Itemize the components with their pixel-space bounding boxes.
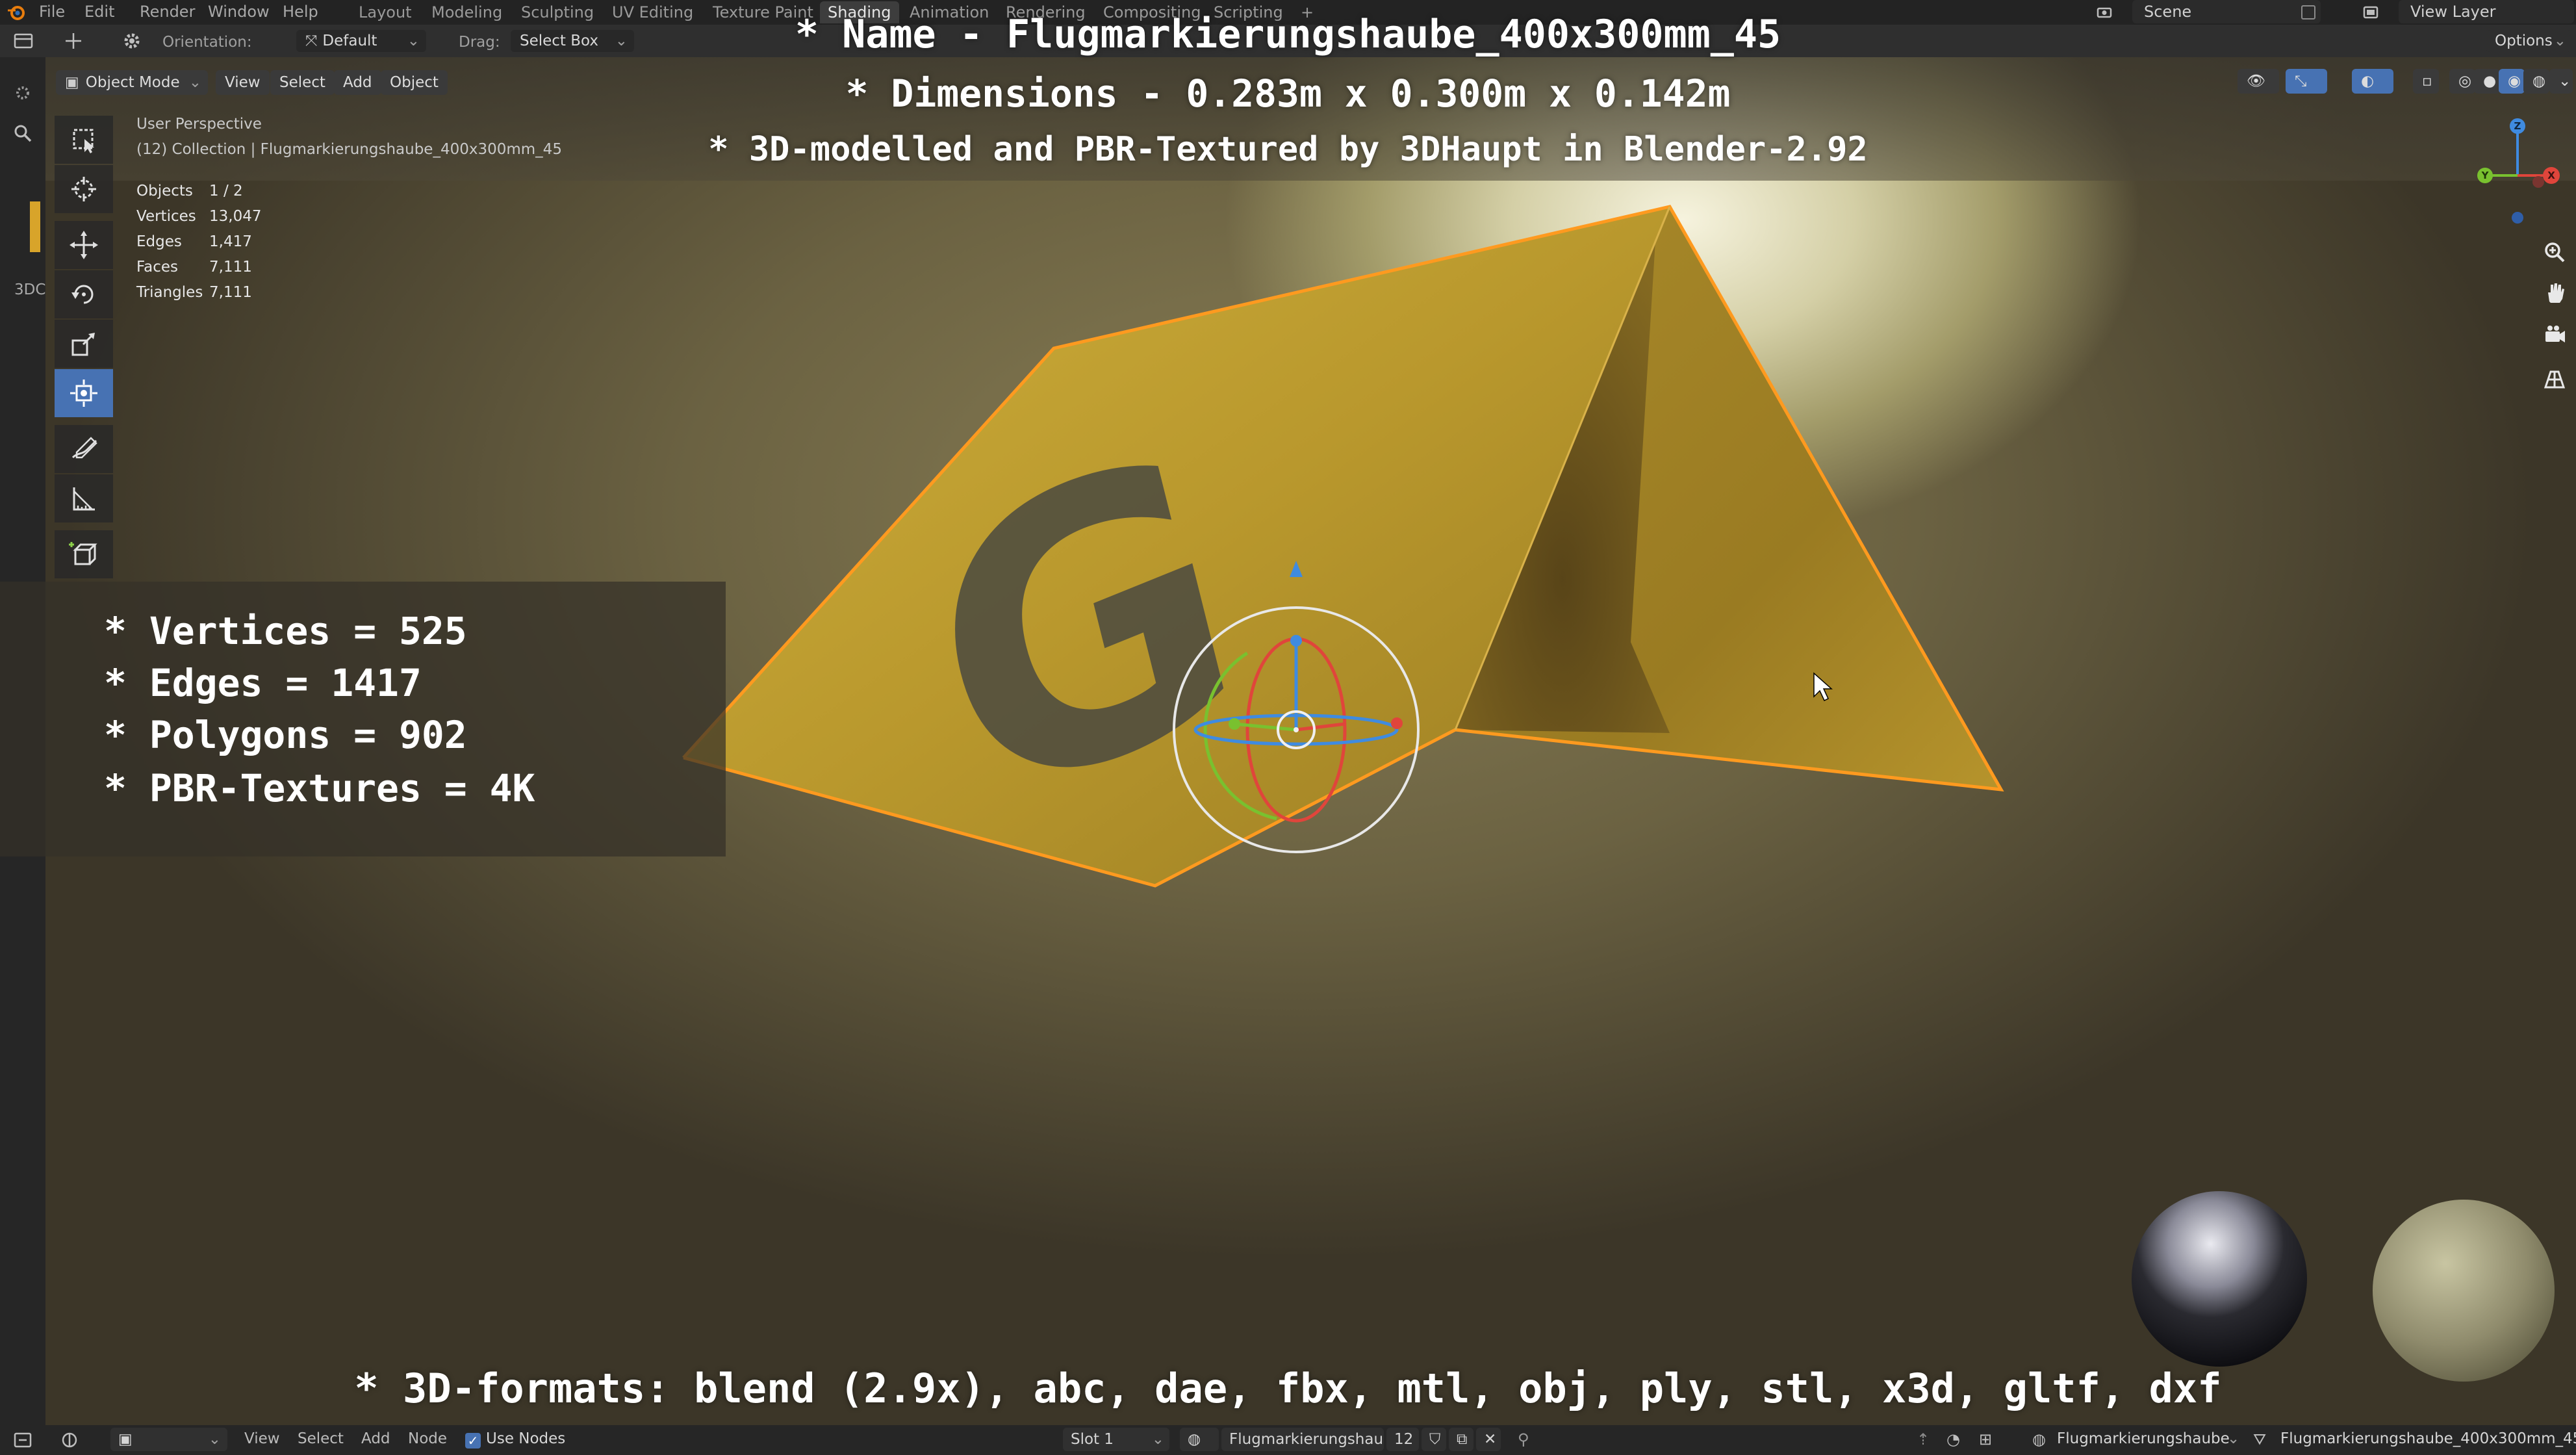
stat-triangles-label: Triangles: [136, 284, 203, 301]
editor-label: 3DC: [14, 281, 46, 298]
rotate-tool[interactable]: [55, 270, 113, 318]
material-users-count[interactable]: 12: [1386, 1428, 1419, 1451]
gizmo-z-handle: [1290, 635, 1302, 647]
stat-vertices-value: 13,047: [209, 208, 262, 225]
mesh-data-icon: ⛛: [2253, 1430, 2267, 1449]
stat-objects-label: Objects: [136, 183, 193, 200]
shader-type-icon[interactable]: [60, 1430, 79, 1450]
svg-text:Y: Y: [2481, 170, 2490, 181]
slot-label: Slot 1: [1071, 1431, 1114, 1448]
object-data-icon: ◍: [2032, 1430, 2046, 1449]
stat-triangles-value: 7,111: [209, 284, 252, 301]
info-edges: * Edges = 1417: [104, 661, 422, 705]
hdri-diffuse-sphere: [2373, 1200, 2555, 1382]
mesh-name[interactable]: Flugmarkierungshaube_400x300mm_45: [2280, 1430, 2576, 1447]
mesh-info-box: * Vertices = 525 * Edges = 1417 * Polygo…: [0, 582, 726, 856]
gizmo-x-handle: [1391, 717, 1403, 729]
duplicate-material-button[interactable]: ⧉: [1449, 1428, 1473, 1451]
snap-icon[interactable]: ◔: [1946, 1430, 1960, 1449]
stat-vertices-label: Vertices: [136, 208, 196, 225]
gizmo-y-handle: [1229, 718, 1240, 730]
stat-faces-value: 7,111: [209, 259, 252, 276]
object-icon: ▣: [118, 1431, 133, 1448]
tool-shelf: [55, 116, 113, 584]
editor-type-icon[interactable]: [13, 1430, 32, 1450]
gizmo-center-dot: [1294, 727, 1299, 732]
node-menu-add[interactable]: Add: [361, 1430, 390, 1447]
users-count: 12: [1394, 1431, 1414, 1448]
overlay-credits-line: * 3D-modelled and PBR-Textured by 3DHaup…: [708, 130, 1868, 169]
use-nodes-label: Use Nodes: [486, 1430, 566, 1447]
node-editor-header: ▣ ⌄ View Select Add Node ✓ Use Nodes Slot…: [0, 1425, 2576, 1455]
pin-icon[interactable]: ⚲: [1518, 1430, 1537, 1450]
stat-edges-label: Edges: [136, 233, 182, 250]
svg-text:X: X: [2547, 170, 2555, 181]
node-menu-select[interactable]: Select: [298, 1430, 344, 1447]
info-vertices: * Vertices = 525: [104, 609, 467, 653]
chevron-down-icon: ⌄: [2227, 1430, 2240, 1447]
material-sphere-icon: ◍: [1188, 1431, 1201, 1448]
active-marker: [30, 201, 40, 252]
parent-icon[interactable]: ⇡: [1917, 1430, 1930, 1449]
transform-tool[interactable]: [55, 369, 113, 417]
material-name: Flugmarkierungshau...: [1229, 1431, 1384, 1448]
orthographic-grid-icon[interactable]: [2538, 363, 2571, 396]
fake-user-button[interactable]: ⛉: [1422, 1428, 1446, 1451]
measure-tool[interactable]: [55, 474, 113, 522]
object-type-dropdown[interactable]: ▣ ⌄: [110, 1428, 227, 1451]
stat-edges-value: 1,417: [209, 233, 252, 250]
cursor-tool[interactable]: [55, 165, 113, 213]
copy-icon: ⧉: [1457, 1431, 1468, 1448]
chevron-down-icon: ⌄: [208, 1431, 221, 1448]
camera-view-icon[interactable]: [2538, 318, 2571, 352]
snap-target-icon[interactable]: ⊞: [1979, 1430, 1992, 1449]
add-cube-tool[interactable]: [55, 530, 113, 578]
info-pbr-textures: * PBR-Textures = 4K: [104, 766, 535, 810]
stat-faces-label: Faces: [136, 259, 178, 276]
overlay-name-line: * Name - Flugmarkierungshaube_400x300mm_…: [795, 12, 1781, 57]
node-menu-node[interactable]: Node: [408, 1430, 447, 1447]
move-tool[interactable]: [55, 221, 113, 269]
node-menu-view[interactable]: View: [244, 1430, 280, 1447]
hdri-reflection-sphere: [2132, 1191, 2307, 1367]
chevron-down-icon: ⌄: [1151, 1431, 1164, 1448]
pan-hand-icon[interactable]: [2538, 276, 2571, 309]
shield-icon: ⛉: [1429, 1431, 1441, 1448]
object-name[interactable]: Flugmarkierungshaube: [2057, 1430, 2230, 1447]
scale-tool[interactable]: [55, 320, 113, 368]
zoom-icon[interactable]: [2538, 235, 2571, 269]
material-slot-dropdown[interactable]: Slot 1 ⌄: [1063, 1428, 1169, 1451]
annotate-tool[interactable]: [55, 425, 113, 473]
material-name-field[interactable]: Flugmarkierungshau...: [1221, 1428, 1384, 1451]
info-polygons: * Polygons = 902: [104, 713, 467, 757]
overlay-formats-line: * 3D-formats: blend (2.9x), abc, dae, fb…: [354, 1365, 2222, 1412]
overlay-dimensions-line: * Dimensions - 0.283m x 0.300m x 0.142m: [845, 71, 1731, 116]
stat-objects-value: 1 / 2: [209, 183, 243, 200]
material-browse-button[interactable]: ◍: [1180, 1428, 1219, 1451]
close-icon: ✕: [1484, 1431, 1497, 1448]
unlink-material-button[interactable]: ✕: [1476, 1428, 1501, 1451]
use-nodes-checkbox[interactable]: ✓: [465, 1433, 481, 1449]
